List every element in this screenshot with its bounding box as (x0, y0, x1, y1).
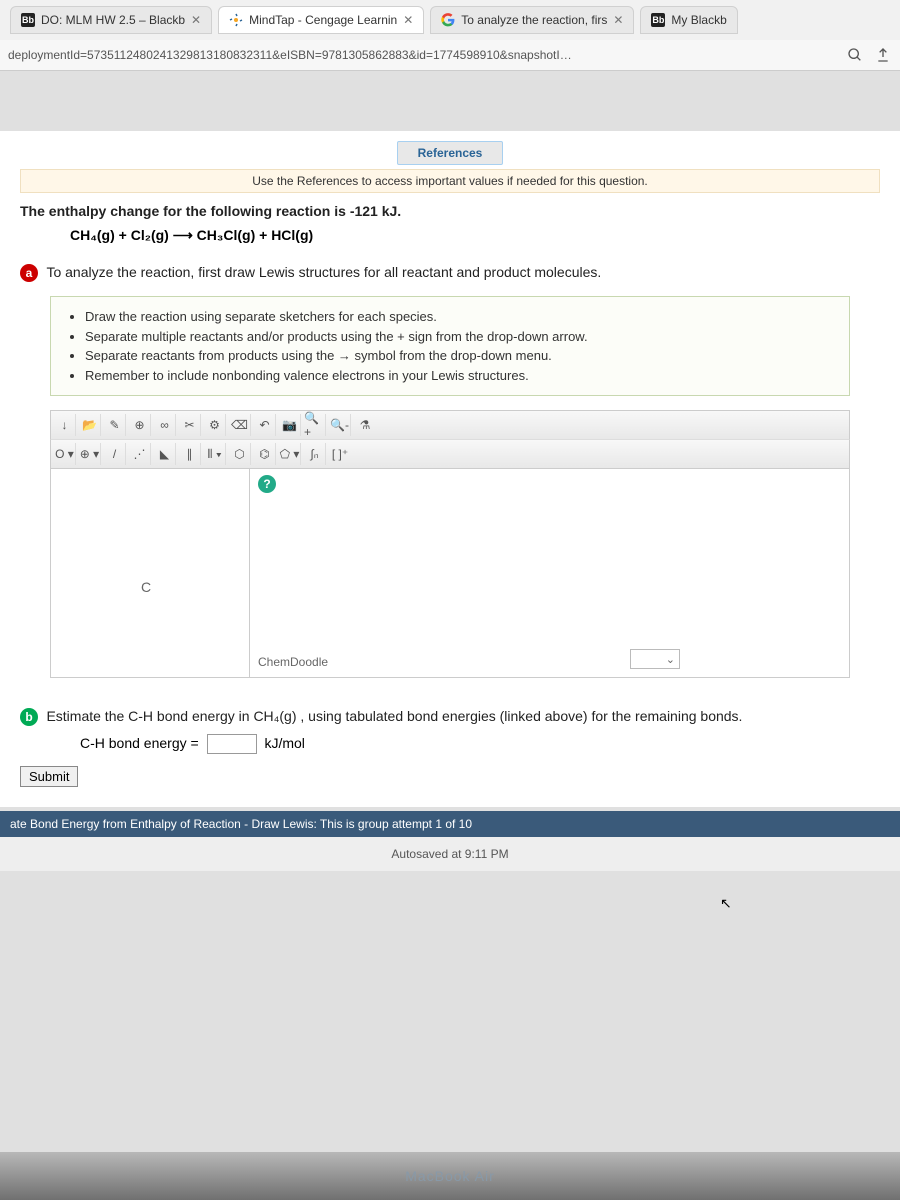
tool-zoomout-icon[interactable]: 🔍- (329, 414, 351, 436)
question-intro: The enthalpy change for the following re… (20, 203, 880, 219)
close-icon[interactable]: ✕ (191, 13, 201, 27)
tool-bond-triple-icon[interactable]: ⦀ ▾ (204, 443, 226, 465)
macbook-label: MacBook Air (0, 1152, 900, 1200)
tool-ring-benz-icon[interactable]: ⌬ (254, 443, 276, 465)
question-panel: References Use the References to access … (0, 131, 900, 807)
tool-flask-icon[interactable]: ⚗ (354, 414, 376, 436)
autosave-status: Autosaved at 9:11 PM (0, 837, 900, 871)
instruction-item: Remember to include nonbonding valence e… (85, 366, 835, 386)
tool-bracket-icon[interactable]: [ ]⁺ (329, 443, 351, 465)
tool-zoomin-icon[interactable]: 🔍+ (304, 414, 326, 436)
tab-blackboard-my[interactable]: Bb My Blackb (640, 6, 737, 34)
tool-bond-wedge-icon[interactable]: ◣ (154, 443, 176, 465)
attempt-footer: ate Bond Energy from Enthalpy of Reactio… (0, 811, 900, 837)
tab-label: MindTap - Cengage Learnin (249, 13, 397, 27)
tab-label: My Blackb (671, 13, 726, 27)
references-note: Use the References to access important v… (20, 169, 880, 193)
sketcher-canvas[interactable]: C (50, 468, 250, 678)
instructions-box: Draw the reaction using separate sketche… (50, 296, 850, 396)
tool-undo-icon[interactable]: ↶ (254, 414, 276, 436)
part-b-text: Estimate the C-H bond energy in CH₄(g) ,… (46, 708, 742, 724)
references-button[interactable]: References (397, 141, 504, 165)
tool-ring-hex-icon[interactable]: ⬡ (229, 443, 251, 465)
tool-charge-icon[interactable]: ⊕ ▾ (79, 443, 101, 465)
tool-bond-double-icon[interactable]: ∥ (179, 443, 201, 465)
part-a-badge: a (20, 264, 38, 282)
chemdoodle-label: ChemDoodle (258, 655, 328, 669)
chemdoodle-sketcher: ↓ 📂 ✎ ⊕ ∞ ✂ ⚙ ⌫ ↶ 📷 🔍+ 🔍- ⚗ O ▾ ⊕ ▾ (50, 410, 850, 678)
tool-link-icon[interactable]: ∞ (154, 414, 176, 436)
help-icon[interactable]: ? (258, 475, 276, 493)
tool-arrow-icon[interactable]: ↓ (54, 414, 76, 436)
part-a-text: To analyze the reaction, first draw Lewi… (46, 264, 601, 280)
url-text: deploymentId=573511248024132981318083231… (8, 48, 836, 62)
sketcher-toolbar-2: O ▾ ⊕ ▾ / ⋰ ◣ ∥ ⦀ ▾ ⬡ ⌬ ⬠ ▾ ∫ₙ [ ]⁺ (50, 439, 850, 468)
tool-target-icon[interactable]: ⊕ (129, 414, 151, 436)
tool-camera-icon[interactable]: 📷 (279, 414, 301, 436)
bond-energy-input[interactable] (207, 734, 257, 754)
bb-icon: Bb (21, 13, 35, 27)
reaction-equation: CH₄(g) + Cl₂(g) ⟶ CH₃Cl(g) + HCl(g) (70, 227, 880, 244)
bond-energy-unit: kJ/mol (264, 735, 304, 751)
sketcher-side-panel[interactable]: ? ChemDoodle ⌄ (250, 468, 850, 678)
close-icon[interactable]: ✕ (403, 13, 413, 27)
share-icon[interactable] (874, 46, 892, 64)
tab-label: DO: MLM HW 2.5 – Blackb (41, 13, 185, 27)
tool-element-o[interactable]: O ▾ (54, 443, 76, 465)
tool-ring-pent-icon[interactable]: ⬠ ▾ (279, 443, 301, 465)
tab-label: To analyze the reaction, firs (461, 13, 607, 27)
tool-integral-icon[interactable]: ∫ₙ (304, 443, 326, 465)
sketcher-dropdown[interactable]: ⌄ (630, 649, 680, 669)
tab-google[interactable]: To analyze the reaction, firs ✕ (430, 6, 634, 34)
bb-icon: Bb (651, 13, 665, 27)
instruction-item: Separate reactants from products using t… (85, 346, 835, 366)
tool-lasso-icon[interactable]: ⚙ (204, 414, 226, 436)
tool-bond-dotted-icon[interactable]: ⋰ (129, 443, 151, 465)
search-icon[interactable] (846, 46, 864, 64)
sketcher-toolbar-1: ↓ 📂 ✎ ⊕ ∞ ✂ ⚙ ⌫ ↶ 📷 🔍+ 🔍- ⚗ (50, 410, 850, 439)
tool-pencil-icon[interactable]: ✎ (104, 414, 126, 436)
url-bar: deploymentId=573511248024132981318083231… (0, 40, 900, 70)
bond-energy-label: C-H bond energy = (80, 735, 199, 751)
tab-blackboard-hw[interactable]: Bb DO: MLM HW 2.5 – Blackb ✕ (10, 6, 212, 34)
instruction-item: Separate multiple reactants and/or produ… (85, 327, 835, 347)
tool-eraser-icon[interactable]: ⌫ (229, 414, 251, 436)
cengage-icon (229, 13, 243, 27)
tool-bond-single-icon[interactable]: / (104, 443, 126, 465)
tool-open-icon[interactable]: 📂 (79, 414, 101, 436)
tab-bar: Bb DO: MLM HW 2.5 – Blackb ✕ MindTap - C… (0, 0, 900, 40)
tool-scissors-icon[interactable]: ✂ (179, 414, 201, 436)
cursor-icon: ↖ (720, 895, 732, 912)
tab-mindtap[interactable]: MindTap - Cengage Learnin ✕ (218, 6, 424, 34)
canvas-atom[interactable]: C (141, 579, 151, 595)
submit-button[interactable]: Submit (20, 766, 78, 787)
google-icon (441, 13, 455, 27)
instruction-item: Draw the reaction using separate sketche… (85, 307, 835, 327)
part-b-badge: b (20, 708, 38, 726)
close-icon[interactable]: ✕ (613, 13, 623, 27)
